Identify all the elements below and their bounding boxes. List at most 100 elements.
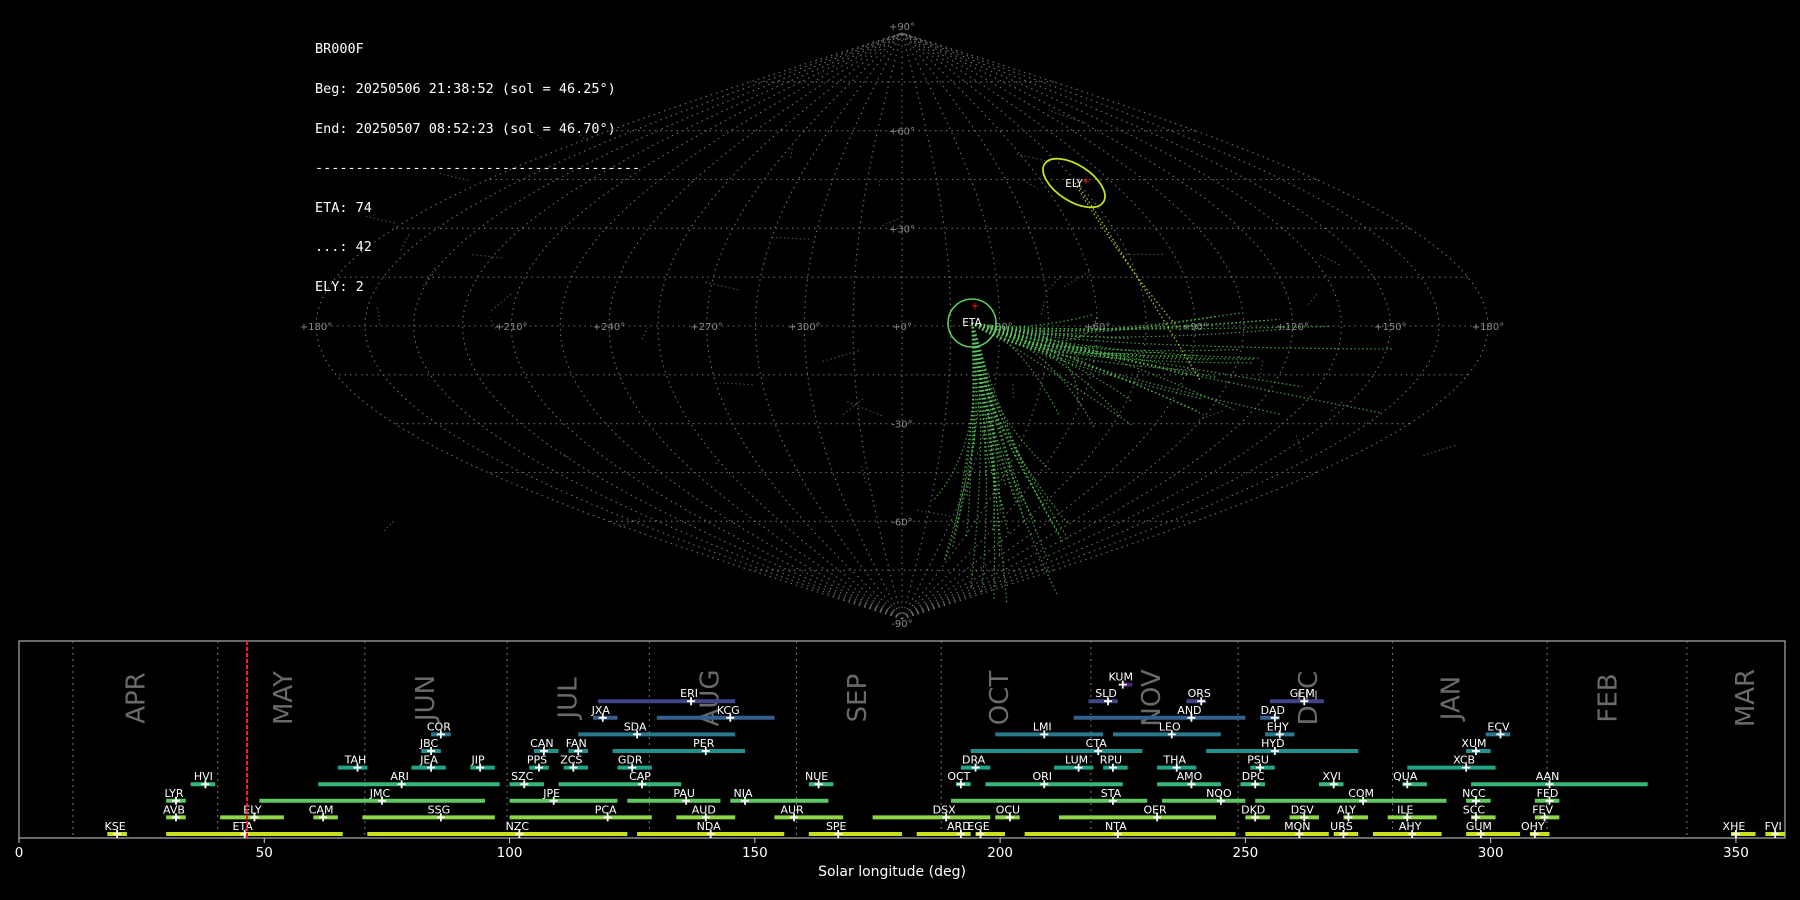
- sporadic-meteor-trail: [769, 236, 810, 240]
- shower-code-label: FAN: [566, 737, 587, 750]
- eta-meteor-trail: [971, 322, 1282, 415]
- lon-label: +240°: [593, 322, 625, 333]
- month-label: JAN: [1436, 676, 1466, 722]
- sporadic-meteor-trail: [618, 517, 640, 528]
- sporadic-meteor-trail: [1307, 293, 1318, 306]
- shower-code-label: ARI: [390, 770, 408, 783]
- sporadic-meteor-trail: [364, 215, 395, 224]
- shower-code-label: JEA: [419, 754, 438, 767]
- shower-code-label: NDA: [697, 820, 722, 833]
- sporadic-meteor-trail: [1423, 444, 1458, 457]
- sporadic-meteor-trail: [819, 350, 859, 363]
- eta-meteor-trail: [965, 322, 974, 537]
- month-label: MAR: [1731, 669, 1761, 727]
- sporadic-meteor-trail: [1012, 381, 1014, 398]
- shower-code-label: AHY: [1399, 820, 1422, 833]
- shower-code-label: SZC: [511, 770, 534, 783]
- shower-code-label: JXA: [591, 704, 611, 717]
- shower-code-label: FVI: [1765, 820, 1782, 833]
- sporadic-meteor-trail: [376, 304, 381, 325]
- shower-code-label: ORS: [1188, 687, 1211, 700]
- shower-code-label: KSE: [105, 820, 126, 833]
- sporadic-meteor-trail: [1044, 275, 1062, 295]
- shower-code-label: SDA: [624, 720, 647, 733]
- sporadic-meteor-trail: [1063, 269, 1092, 288]
- shower-code-label: SSG: [428, 803, 451, 816]
- sporadic-meteor-trail: [846, 401, 885, 418]
- sporadic-meteor-trail: [524, 124, 545, 141]
- lat-label: +60°: [889, 127, 915, 138]
- month-label: JUN: [411, 675, 441, 723]
- shower-timeline: APR MAY JUN JUL AUG SEP OCT NOV DEC JAN FEB MARKUME…: [15, 640, 1786, 880]
- lon-label: +150°: [1374, 322, 1406, 333]
- sporadic-meteor-trail: [400, 232, 411, 251]
- shower-code-label: NOO: [1206, 787, 1232, 800]
- x-tick-label: 0: [15, 845, 24, 861]
- sporadic-meteor-trail: [842, 397, 865, 415]
- shower-code-label: PSU: [1247, 754, 1269, 767]
- shower-code-label: GDR: [618, 754, 643, 767]
- lon-label: +0°: [892, 322, 912, 333]
- sporadic-meteor-trail: [439, 173, 469, 181]
- lon-label: +270°: [690, 322, 722, 333]
- sporadic-meteor-trail: [917, 509, 951, 517]
- month-label: JUL: [553, 677, 583, 721]
- eta-meteor-trail: [971, 322, 1050, 563]
- shower-code-label: DSX: [933, 803, 956, 816]
- ely-meteor-trail: [1077, 184, 1201, 381]
- shower-code-label: JPE: [542, 787, 560, 800]
- radiant-marker-icon: +: [1082, 176, 1090, 187]
- shower-code-label: LYR: [164, 787, 183, 800]
- shower-code-label: AMO: [1177, 770, 1203, 783]
- x-tick-label: 150: [742, 845, 768, 861]
- x-tick-label: 200: [987, 845, 1013, 861]
- shower-code-label: NTA: [1105, 820, 1127, 833]
- shower-code-label: EGE: [967, 820, 989, 833]
- shower-code-label: SCC: [1463, 803, 1486, 816]
- sporadic-meteor-trail: [790, 147, 793, 159]
- sporadic-meteor-trail: [705, 281, 739, 291]
- shower-code-label: CAP: [629, 770, 651, 783]
- shower-code-label: OER: [1143, 803, 1167, 816]
- sky-map: +90°+60°+30°-30°-60°-90°+180°+150°+120°+…: [300, 22, 1504, 630]
- ely-radiant-label: ELY: [1065, 178, 1083, 190]
- shower-code-label: NZC: [506, 820, 530, 833]
- month-label: MAY: [269, 671, 299, 725]
- shower-code-label: ALY: [1337, 803, 1356, 816]
- shower-code-label: RPU: [1100, 754, 1122, 767]
- shower-code-label: MON: [1284, 820, 1310, 833]
- shower-code-label: HYD: [1261, 737, 1284, 750]
- lon-label: +210°: [495, 322, 527, 333]
- month-label: APR: [122, 672, 152, 724]
- sporadic-meteor-trail: [877, 178, 881, 186]
- shower-code-label: GEM: [1290, 687, 1315, 700]
- sporadic-meteor-trail: [641, 327, 649, 340]
- eta-radiant-label: ETA: [962, 317, 982, 329]
- sporadic-meteor-trail: [560, 120, 589, 142]
- shower-code-label: NUE: [805, 770, 828, 783]
- x-tick-label: 50: [256, 845, 273, 861]
- shower-code-label: XHE: [1723, 820, 1746, 833]
- sporadic-meteor-trail: [1023, 179, 1039, 190]
- shower-code-label: OHY: [1521, 820, 1545, 833]
- lat-label: +90°: [889, 22, 915, 33]
- sporadic-meteor-trail: [860, 466, 867, 483]
- shower-code-label: SPE: [826, 820, 847, 833]
- shower-code-label: PER: [693, 737, 715, 750]
- lon-label: +90°: [1182, 322, 1208, 333]
- month-label: SEP: [843, 674, 873, 723]
- shower-code-label: AVB: [163, 803, 185, 816]
- shower-code-label: COR: [427, 720, 451, 733]
- shower-code-label: KUM: [1109, 671, 1133, 684]
- shower-code-label: ILE: [1397, 803, 1413, 816]
- eta-meteor-trail: [971, 322, 1025, 523]
- meteor-trails: [364, 109, 1458, 604]
- meridian-line: [901, 32, 1440, 620]
- shower-code-label: SLD: [1095, 687, 1117, 700]
- shower-code-label: AAN: [1536, 770, 1560, 783]
- shower-code-label: COM: [1348, 787, 1374, 800]
- sporadic-meteor-trail: [1259, 359, 1264, 379]
- shower-code-label: CAN: [530, 737, 553, 750]
- sporadic-meteor-trail: [714, 462, 718, 465]
- shower-code-label: AUR: [780, 803, 804, 816]
